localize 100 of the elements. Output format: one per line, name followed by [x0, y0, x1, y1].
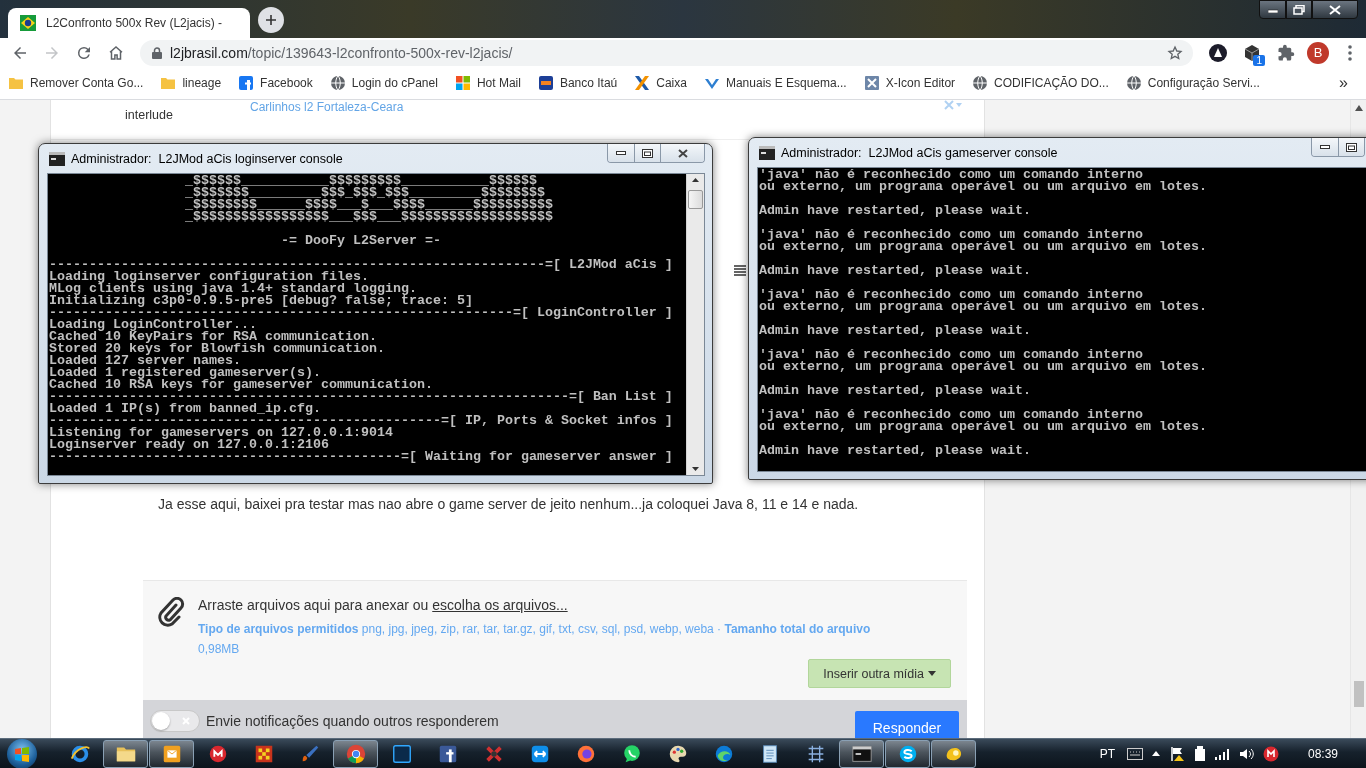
console-line: Loginserver ready on 127.0.0.1:2106 — [49, 439, 329, 451]
console-line: _$$$$$$$_________$$$_$$$_$$$_________$$$$$$$$ — [183, 187, 545, 199]
close-button[interactable] — [660, 144, 704, 162]
console-line: Loading LoginController... — [49, 319, 257, 331]
browser-icon — [344, 742, 367, 765]
square-icon — [238, 75, 255, 91]
console-line: _$$$$$$$$$$$$$$$$$___$$$___$$$$$$$$$$$$$$$$$$$ — [183, 211, 554, 223]
console-line: ou externo, um programa operável ou um arquivo em lotes. — [759, 241, 1208, 253]
square-icon — [390, 742, 413, 765]
console-line: Admin have restarted, please wait. — [759, 265, 1032, 277]
square-icon — [537, 75, 554, 91]
console-line: Admin have restarted, please wait. — [759, 325, 1032, 337]
close-icon — [677, 148, 688, 158]
tiles-icon — [454, 75, 471, 91]
circle-icon — [1262, 745, 1279, 762]
console-line: --------------------------------------------------------------=[ L2JMod aCis ] — [49, 259, 674, 271]
signal-icon — [1214, 747, 1231, 760]
more-bookmarks-button[interactable]: » — [1335, 74, 1352, 92]
taskbar-button[interactable] — [839, 739, 884, 768]
profile-avatar[interactable]: B — [1307, 41, 1329, 64]
console-line: 'java' não é reconhecido como um comando interno — [759, 409, 1144, 421]
minimize-button[interactable] — [1312, 138, 1338, 156]
minimize-icon — [1267, 6, 1278, 13]
taskbar-button[interactable] — [103, 739, 148, 768]
bookmark[interactable]: X-Icon Editor — [855, 70, 964, 96]
console-line: Listening for gameservers on 127.0.0.1:9014 — [49, 427, 393, 439]
minimize-button[interactable] — [1259, 0, 1286, 19]
minimize-button[interactable] — [608, 144, 634, 162]
console-line: Initializing c3p0-0.9.5-pre5 [debug? false; trace: 5] — [49, 295, 473, 307]
close-button[interactable] — [1312, 0, 1358, 19]
console-line: Cached 10 KeyPairs for RSA communication. — [49, 331, 377, 343]
console-line: Stored 20 keys for Blowfish communication. — [49, 343, 386, 355]
console-line: ou externo, um programa operável ou um arquivo em lotes. — [759, 421, 1208, 433]
globe-icon — [1125, 75, 1142, 91]
console-line: Cached 10 RSA keys for gameserver communication. — [49, 379, 433, 391]
console-line: -------------------------------------------------=[ IP, Ports & Socket infos ] — [49, 415, 674, 427]
clock-time[interactable]: 08:39 — [1307, 746, 1338, 761]
minimize-icon — [1320, 145, 1330, 149]
notify-label: Envie notificações quando outros responderem — [206, 713, 499, 729]
puzzle-icon — [1277, 43, 1295, 62]
align-icon — [734, 265, 746, 276]
maximize-button[interactable] — [1286, 0, 1312, 19]
globe-icon — [972, 75, 989, 91]
bookmark[interactable]: Remover Conta Go... — [0, 70, 152, 96]
speaker-icon — [1239, 747, 1254, 760]
bookmark[interactable]: lineage — [152, 70, 230, 96]
taskbar-button[interactable] — [885, 739, 930, 768]
console-line: 'java' não é reconhecido como um comando interno — [759, 289, 1144, 301]
globe-icon — [329, 75, 346, 91]
submit-button[interactable]: Responder — [855, 711, 959, 738]
arrow-up-icon[interactable] — [1354, 105, 1363, 111]
console-line: _$$$$$$___________$$$$$$$$$___________$$$$$$ — [183, 175, 537, 187]
cross-icon — [634, 75, 651, 91]
arrow-down-icon[interactable] — [692, 467, 699, 471]
new-tab-button[interactable] — [258, 7, 284, 33]
bookmark[interactable]: Banco Itaú — [529, 70, 626, 96]
address-bar[interactable]: l2jbrasil.com/topic/139643-l2confronto-500x-rev-l2jacis/ — [140, 39, 1193, 66]
extension-button[interactable]: 1 — [1239, 39, 1265, 66]
paperclip-icon — [157, 597, 185, 627]
console-line: 'java' não é reconhecido como um comando interno — [759, 229, 1144, 241]
insert-media-button[interactable]: Inserir outra mídia — [808, 659, 951, 688]
bookmark[interactable]: Configuração Servi... — [1117, 70, 1268, 96]
console-line: -= DooFy L2Server =- — [279, 235, 442, 247]
console-icon — [759, 145, 775, 160]
bookmark[interactable]: CODIFICAÇÃO DO... — [964, 70, 1117, 96]
taskbar-button[interactable] — [149, 739, 194, 768]
scrollbar-thumb[interactable] — [688, 190, 703, 209]
console-line: ou externo, um programa operável ou um arquivo em lotes. — [759, 181, 1208, 193]
flag-icon — [14, 745, 30, 762]
browser-tab[interactable]: L2Confronto 500x Rev (L2jacis) - — [8, 8, 250, 38]
file-types-text: Tipo de arquivos permitidos png, jpg, jpeg, zip, rar, tar, tar.gz, gif, txt, csv, sql, psd, webp, weba · Tamanho total do arquivo 0,98MB — [198, 621, 872, 658]
minimize-icon — [616, 151, 626, 155]
scrollbar[interactable] — [686, 174, 704, 475]
maximize-button[interactable] — [1338, 138, 1364, 156]
arrow-up-icon[interactable] — [692, 178, 699, 182]
bookmark[interactable]: Facebook — [230, 70, 321, 96]
post-text: Ja esse aqui, baixei pra testar mas nao abre o game server de jeito nenhum...ja coloquei Java 8, 11 e 14 e nada. — [158, 496, 859, 512]
console-line: --------------------------------------------=[ Waiting for gameserver answer ] — [49, 451, 674, 463]
taskbar-button[interactable] — [333, 739, 378, 768]
bookmark[interactable]: Hot Mail — [446, 70, 529, 96]
maximize-button[interactable] — [634, 144, 660, 162]
choose-files-link[interactable]: escolha os arquivos... — [432, 597, 568, 613]
bookmark[interactable]: Login do cPanel — [321, 70, 446, 96]
console-line: MLog clients using java 1.4+ standard logging. — [49, 283, 417, 295]
star-icon — [1167, 44, 1183, 61]
bookmark[interactable]: Manuais E Esquema... — [695, 70, 855, 96]
scrollbar-thumb[interactable] — [1353, 681, 1364, 707]
console-line: ----------------------------------------------------------=[ LoginController ] — [49, 307, 674, 319]
bookmark[interactable]: Caixa — [626, 70, 695, 96]
forum-label: interlude — [125, 108, 174, 122]
console-line: -----------------------------------------------------------------=[ Ban List ] — [49, 391, 674, 403]
folder-icon — [8, 75, 24, 91]
console-line: ou externo, um programa operável ou um arquivo em lotes. — [759, 301, 1208, 313]
count-badge: 1 — [1253, 54, 1265, 66]
notify-toggle[interactable] — [150, 710, 200, 732]
language-indicator[interactable]: PT — [1099, 746, 1115, 761]
taskbar-button[interactable] — [931, 739, 976, 768]
console-line: Loaded 127 server names. — [49, 355, 241, 367]
console-line: 'java' não é reconhecido como um comando interno — [759, 169, 1144, 181]
keyboard-icon — [1126, 747, 1143, 760]
